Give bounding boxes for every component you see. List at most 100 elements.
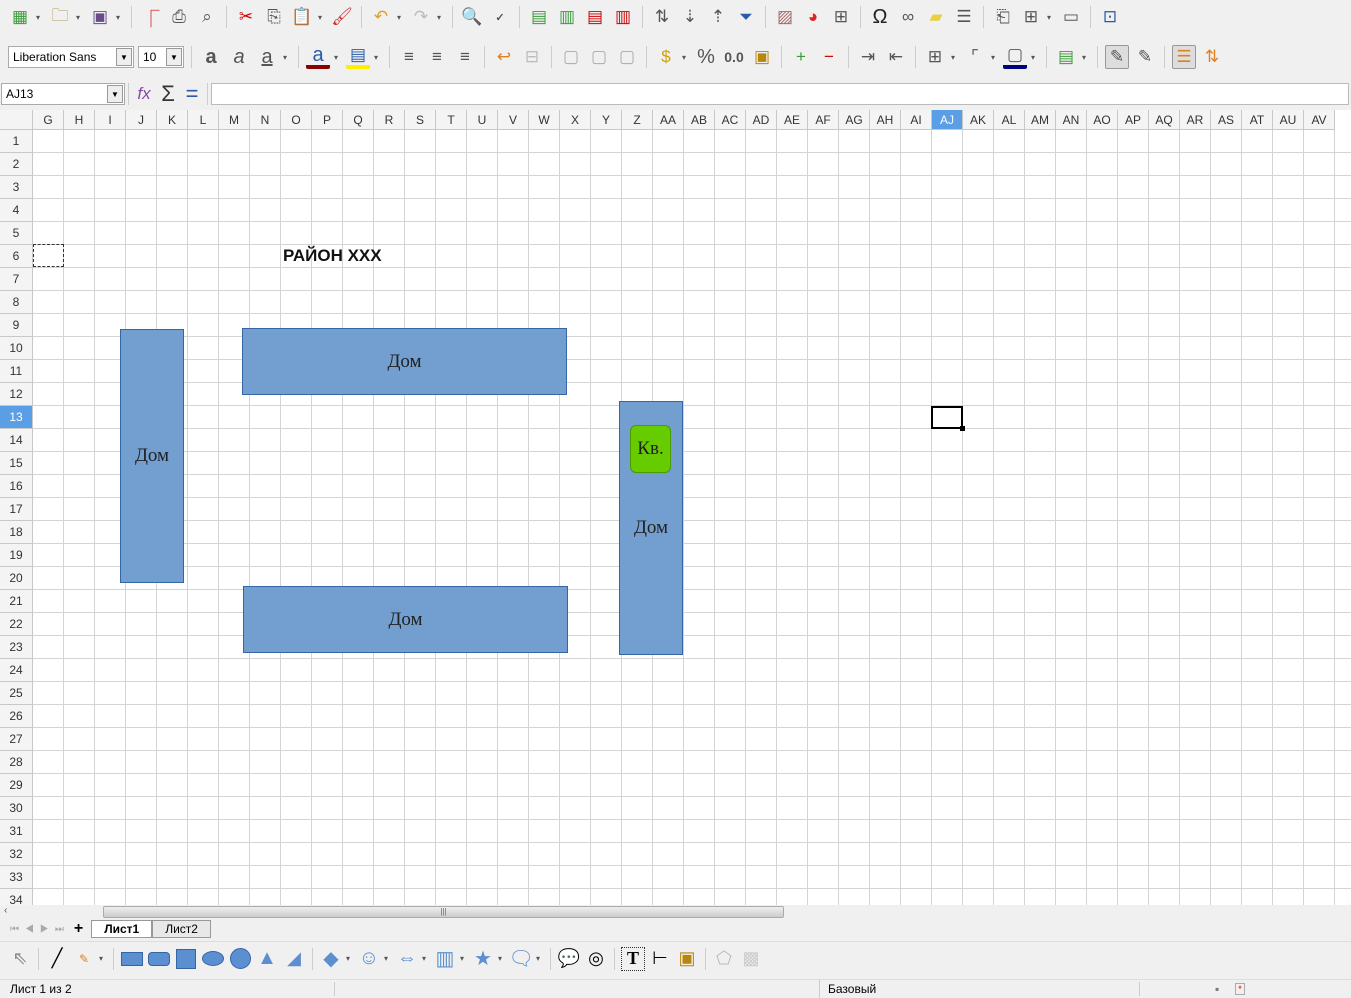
- rounded-rectangle-icon[interactable]: [147, 947, 171, 971]
- column-header[interactable]: L: [188, 110, 219, 130]
- column-header[interactable]: AM: [1025, 110, 1056, 130]
- row-header[interactable]: 20: [0, 567, 33, 590]
- show-grid-lines-icon[interactable]: ✎: [1105, 45, 1129, 69]
- double-arrow-icon[interactable]: ⇔: [395, 947, 419, 971]
- star-icon[interactable]: ★: [471, 947, 495, 971]
- row-header[interactable]: 34: [0, 889, 33, 905]
- row-header[interactable]: 1: [0, 130, 33, 153]
- split-window-icon[interactable]: ▭: [1059, 5, 1083, 29]
- row-header[interactable]: 7: [0, 268, 33, 291]
- text-direction-ltr-icon[interactable]: ☰: [1172, 45, 1196, 69]
- insert-chart-icon[interactable]: ◕: [801, 5, 825, 29]
- dropdown-arrow[interactable]: ▾: [283, 53, 291, 62]
- sort-icon[interactable]: ⇅: [650, 5, 674, 29]
- row-header[interactable]: 11: [0, 360, 33, 383]
- add-decimal-icon[interactable]: +: [789, 45, 813, 69]
- dropdown-arrow[interactable]: ▾: [397, 13, 405, 22]
- conditional-format-icon[interactable]: ▤: [1054, 45, 1078, 69]
- chevron-down-icon[interactable]: ▼: [107, 85, 123, 103]
- column-header[interactable]: AN: [1056, 110, 1087, 130]
- row-header[interactable]: 28: [0, 751, 33, 774]
- row-header[interactable]: 25: [0, 682, 33, 705]
- vertical-text-icon[interactable]: ⊢: [648, 947, 672, 971]
- row-header[interactable]: 4: [0, 199, 33, 222]
- points-icon[interactable]: ⬠: [712, 947, 736, 971]
- date-format-icon[interactable]: ▣: [750, 45, 774, 69]
- insert-column-icon[interactable]: ▥: [555, 5, 579, 29]
- row-header[interactable]: 12: [0, 383, 33, 406]
- column-header[interactable]: AE: [777, 110, 808, 130]
- column-header[interactable]: AO: [1087, 110, 1118, 130]
- row-header[interactable]: 8: [0, 291, 33, 314]
- right-triangle-icon[interactable]: ◢: [282, 947, 306, 971]
- column-header[interactable]: AQ: [1149, 110, 1180, 130]
- number-format-icon[interactable]: 0.0: [722, 45, 746, 69]
- wrap-text-icon[interactable]: ↩: [492, 45, 516, 69]
- selected-cell-cursor[interactable]: [931, 406, 965, 431]
- sum-icon[interactable]: Σ: [156, 81, 180, 106]
- horizontal-scrollbar[interactable]: ‹ |||: [0, 905, 1351, 919]
- pencil-icon[interactable]: ✎: [72, 947, 96, 971]
- font-color-icon[interactable]: a: [306, 44, 330, 69]
- row-header[interactable]: 18: [0, 521, 33, 544]
- dropdown-arrow[interactable]: ▾: [1047, 13, 1055, 22]
- cut-icon[interactable]: ✂: [234, 5, 258, 29]
- hyperlink-icon[interactable]: ∞: [896, 5, 920, 29]
- row-header[interactable]: 23: [0, 636, 33, 659]
- chevron-down-icon[interactable]: ▼: [116, 48, 132, 66]
- comment-balloon-icon[interactable]: 💬: [557, 947, 581, 971]
- row-header[interactable]: 26: [0, 705, 33, 728]
- comment-icon[interactable]: ▰: [924, 5, 948, 29]
- redo-icon[interactable]: ↷: [409, 5, 433, 29]
- find-replace-icon[interactable]: 🔍: [460, 5, 484, 29]
- insert-row-icon[interactable]: ▤: [527, 5, 551, 29]
- row-header[interactable]: 3: [0, 176, 33, 199]
- dropdown-arrow[interactable]: ▾: [991, 53, 999, 62]
- delete-row-icon[interactable]: ▤: [583, 5, 607, 29]
- column-header[interactable]: W: [529, 110, 560, 130]
- row-header[interactable]: 30: [0, 797, 33, 820]
- column-header[interactable]: Z: [622, 110, 653, 130]
- dropdown-arrow[interactable]: ▾: [682, 53, 690, 62]
- scroll-left-icon[interactable]: ‹: [4, 905, 7, 916]
- spelling-icon[interactable]: ✓: [488, 5, 512, 29]
- row-header[interactable]: 5: [0, 222, 33, 245]
- smiley-icon[interactable]: ☺: [357, 947, 381, 971]
- row-header[interactable]: 24: [0, 659, 33, 682]
- column-header[interactable]: S: [405, 110, 436, 130]
- add-sheet-icon[interactable]: +: [74, 920, 83, 938]
- row-header[interactable]: 16: [0, 475, 33, 498]
- column-header[interactable]: X: [560, 110, 591, 130]
- bold-icon[interactable]: a: [199, 45, 223, 69]
- dropdown-arrow[interactable]: ▾: [1031, 53, 1039, 62]
- line-icon[interactable]: ╱: [45, 947, 69, 971]
- currency-format-icon[interactable]: $: [654, 45, 678, 69]
- row-header[interactable]: 17: [0, 498, 33, 521]
- freeze-panes-icon[interactable]: ⊞: [1019, 5, 1043, 29]
- dropdown-arrow[interactable]: ▾: [460, 954, 468, 963]
- row-header[interactable]: 33: [0, 866, 33, 889]
- column-header[interactable]: AT: [1242, 110, 1273, 130]
- column-header[interactable]: AK: [963, 110, 994, 130]
- selection-mode-icon[interactable]: ▪: [1215, 982, 1219, 996]
- column-header[interactable]: M: [219, 110, 250, 130]
- text-direction-ttb-icon[interactable]: ⇅: [1200, 45, 1224, 69]
- row-header[interactable]: 19: [0, 544, 33, 567]
- function-wizard-icon[interactable]: fx: [132, 82, 156, 106]
- underline-icon[interactable]: a: [255, 45, 279, 69]
- fontwork-icon[interactable]: ◎: [584, 947, 608, 971]
- column-header[interactable]: Y: [591, 110, 622, 130]
- row-header[interactable]: 2: [0, 153, 33, 176]
- dropdown-arrow[interactable]: ▾: [76, 13, 84, 22]
- paste-icon[interactable]: 📋: [290, 5, 314, 29]
- column-header[interactable]: N: [250, 110, 281, 130]
- row-header[interactable]: 10: [0, 337, 33, 360]
- row-header[interactable]: 9: [0, 314, 33, 337]
- column-header[interactable]: AL: [994, 110, 1025, 130]
- house-bottom-shape[interactable]: Дом: [243, 586, 568, 653]
- tab-sheet1[interactable]: Лист1: [91, 920, 153, 938]
- callout-icon[interactable]: 🗨: [508, 947, 533, 971]
- column-header[interactable]: AH: [870, 110, 901, 130]
- align-center-icon[interactable]: ≡: [425, 45, 449, 69]
- dropdown-arrow[interactable]: ▾: [318, 13, 326, 22]
